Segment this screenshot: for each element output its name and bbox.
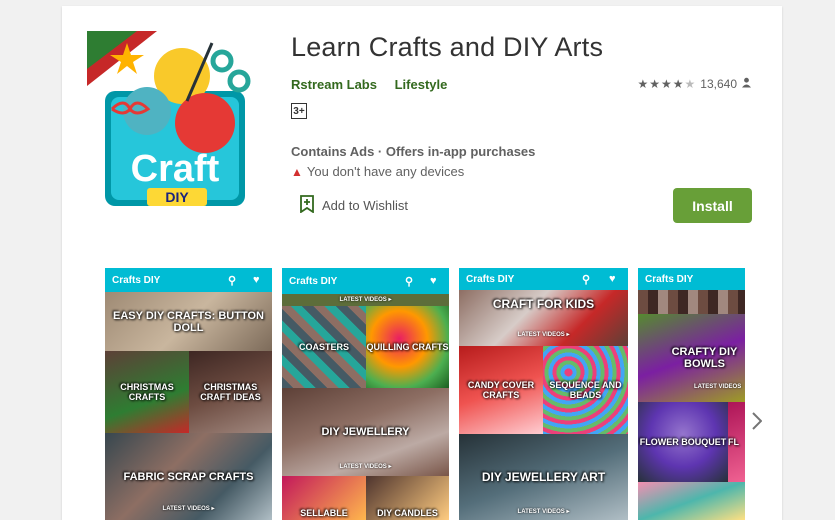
rating: ★★★★★ 13,640 [638,77,753,91]
tile-label: SELLABLE [300,508,348,518]
tile-label: CANDY COVER CRAFTS [467,380,535,400]
screenshot-appbar: Crafts DIY ⚲ ♥ [105,268,272,292]
tile-caption: LATEST VIDEOS ▸ [517,332,570,338]
tile-label: DIY JEWELLERY ART [481,470,606,484]
chevron-right-icon[interactable] [752,410,763,436]
tile-label: CHRISTMAS CRAFT IDEAS [200,382,261,402]
tile-label: EASY DIY CRAFTS: BUTTON DOLL [113,309,264,334]
screenshot-1[interactable]: Crafts DIY ⚲ ♥ EASY DIY CRAFTS: BUTTON D… [105,268,272,520]
appbar-title: Crafts DIY [466,273,515,285]
screenshot-appbar: Crafts DIY [638,268,745,290]
tile-label: CRAFT FOR KIDS [492,297,595,311]
devices-text: You don't have any devices [306,164,465,179]
top-caption-strip: LATEST VIDEOS ▸ [282,294,449,306]
search-icon: ⚲ [582,273,591,286]
add-to-wishlist[interactable]: Add to Wishlist [300,195,408,216]
tile-label: FLOWER BOUQUET [639,437,727,447]
appbar-title: Crafts DIY [645,273,694,285]
tile-label: DIY CANDLES [377,508,438,518]
heart-icon: ♥ [609,273,616,285]
tile-buttons-strip [638,290,745,314]
heart-icon: ♥ [253,274,260,286]
screenshot-appbar: Crafts DIY ⚲ ♥ [459,268,628,290]
screenshot-2[interactable]: Crafts DIY ⚲ ♥ LATEST VIDEOS ▸ COASTERS … [282,268,449,520]
content-rating-badge[interactable]: 3+ [291,103,307,119]
screenshot-3[interactable]: Crafts DIY ⚲ ♥ CRAFT FOR KIDS LATEST VID… [459,268,628,520]
tile-caption: LATEST VIDEOS ▸ [339,297,392,303]
tile-sellable[interactable]: SELLABLE [282,476,366,520]
tile-craft-for-kids[interactable]: CRAFT FOR KIDS LATEST VIDEOS ▸ [459,290,628,346]
tile-coasters[interactable]: COASTERS [282,306,366,388]
tile-label: DIY JEWELLERY [321,426,410,438]
tile-caption: LATEST VIDEOS [694,384,742,390]
wishlist-label: Add to Wishlist [322,198,408,213]
tile-quilling[interactable]: QUILLING CRAFTS [366,306,449,388]
developer-link[interactable]: Rstream Labs [291,77,377,92]
app-details-card: Craft DIY Learn Crafts and DIY Arts Rstr… [62,6,782,520]
screenshot-appbar: Crafts DIY ⚲ ♥ [282,268,449,294]
app-title: Learn Crafts and DIY Arts [291,32,604,62]
tile-caption: LATEST VIDEOS ▸ [339,464,392,470]
tile-label: SEQUENCE AND BEADS [549,380,622,400]
tile-jewellery-art[interactable]: DIY JEWELLERY ART LATEST VIDEOS ▸ [459,434,628,520]
tile-button-doll[interactable]: EASY DIY CRAFTS: BUTTON DOLL [105,292,272,351]
icon-badge: DIY [165,189,189,205]
appbar-title: Crafts DIY [112,274,161,286]
devices-notice: ▲ You don't have any devices [291,164,464,179]
person-icon [741,77,752,91]
tile-label: FL [728,437,739,447]
tile-diy-jewellery[interactable]: DIY JEWELLERY LATEST VIDEOS ▸ [282,388,449,476]
tile-flower-bouquet[interactable]: FLOWER BOUQUET [638,402,728,482]
rating-count: 13,640 [700,77,737,91]
warning-icon: ▲ [291,164,303,179]
tile-christmas-craft-ideas[interactable]: CHRISTMAS CRAFT IDEAS [189,351,272,433]
screenshot-4[interactable]: Crafts DIY CRAFTY DIY BOWLS LATEST VIDEO… [638,268,745,520]
wishlist-icon [300,195,314,216]
search-icon: ⚲ [405,275,414,288]
tile-partial[interactable]: FL [728,402,745,482]
screenshot-carousel: Crafts DIY ⚲ ♥ EASY DIY CRAFTS: BUTTON D… [105,268,745,520]
ads-notice: Contains Ads · Offers in-app purchases [291,144,536,159]
app-meta: Rstream Labs Lifestyle [291,77,461,92]
rating-stars: ★★★★★ [637,77,697,91]
search-icon: ⚲ [228,274,237,287]
tile-diy-candles[interactable]: DIY CANDLES [366,476,449,520]
heart-icon: ♥ [430,275,437,287]
tile-bottom [638,482,745,520]
tile-christmas-crafts[interactable]: CHRISTMAS CRAFTS [105,351,189,433]
tile-sequence-beads[interactable]: SEQUENCE AND BEADS [543,346,628,434]
install-button[interactable]: Install [673,188,752,223]
tile-label: CHRISTMAS CRAFTS [120,382,174,402]
tile-fabric-scrap[interactable]: FABRIC SCRAP CRAFTS LATEST VIDEOS ▸ [105,433,272,520]
tile-candy-cover[interactable]: CANDY COVER CRAFTS [459,346,543,434]
appbar-title: Crafts DIY [289,275,338,287]
tile-caption: LATEST VIDEOS ▸ [162,506,215,512]
tile-label: FABRIC SCRAP CRAFTS [123,470,254,483]
icon-word: Craft [131,148,220,190]
tile-label: QUILLING CRAFTS [366,342,449,352]
tile-crafty-bowls[interactable]: CRAFTY DIY BOWLS LATEST VIDEOS [638,314,745,402]
app-icon: Craft DIY [87,31,252,211]
tile-label: CRAFTY DIY BOWLS [671,346,738,370]
tile-label: COASTERS [298,342,349,352]
tile-caption: LATEST VIDEOS ▸ [517,509,570,515]
category-link[interactable]: Lifestyle [395,77,448,92]
